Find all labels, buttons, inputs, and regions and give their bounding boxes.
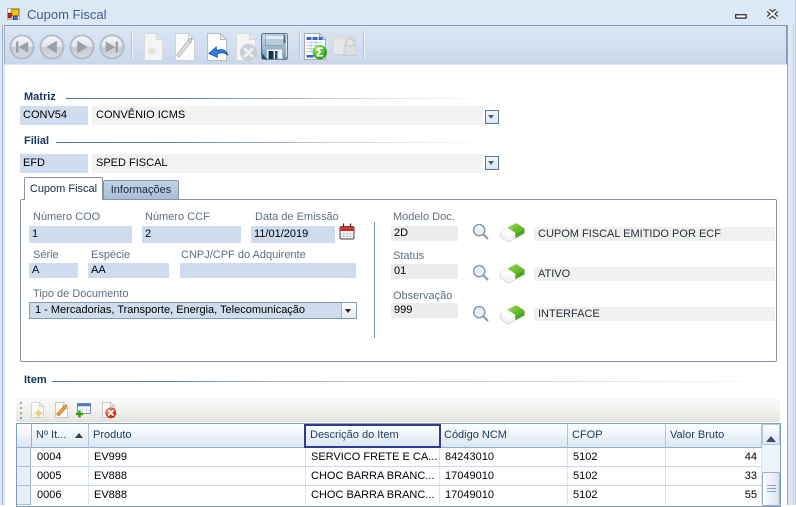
svg-text:Σ: Σ: [316, 45, 324, 60]
